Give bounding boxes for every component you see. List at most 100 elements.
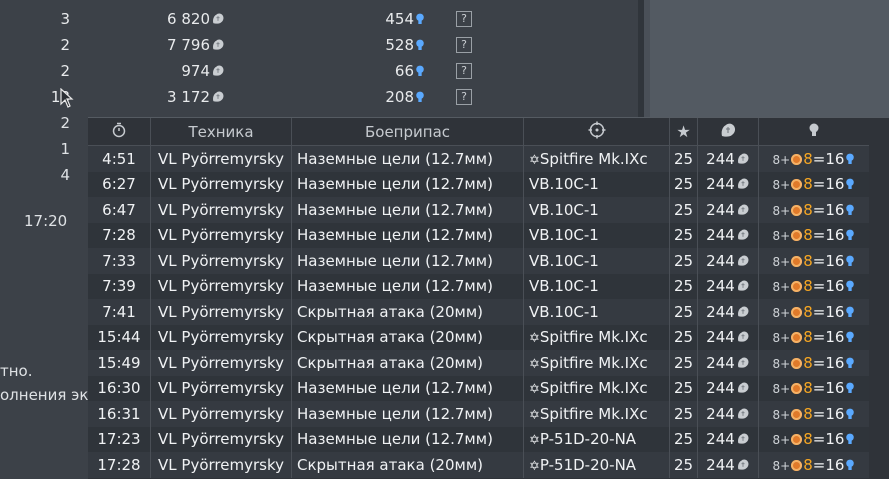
cell-vehicle: VL Pyörremyrsky	[150, 197, 292, 223]
cell-silver: 244	[697, 426, 759, 452]
silver-lion-icon	[737, 229, 749, 240]
cell-rank: 25	[669, 197, 698, 223]
research-bulb-icon	[416, 13, 424, 24]
table-row: 15:49 VL Pyörremyrsky Скрытная атака (20мм…	[88, 350, 869, 376]
cell-silver: 244	[697, 197, 759, 223]
booster-icon	[791, 255, 803, 267]
bg-research: 528	[0, 36, 425, 54]
bg-research: 454	[0, 10, 425, 28]
mouse-cursor-icon	[60, 88, 74, 108]
header-silver	[697, 118, 759, 146]
booster-icon	[791, 306, 803, 318]
table-row: 4:51 VL Pyörremyrsky Наземные цели (12.7мм…	[88, 145, 869, 172]
booster-icon	[791, 332, 803, 344]
cell-rank: 25	[669, 171, 698, 197]
cell-vehicle: VL Pyörremyrsky	[150, 171, 292, 197]
cell-rank: 25	[669, 350, 698, 376]
help-button[interactable]: ?	[456, 11, 472, 27]
cell-time: 16:31	[88, 401, 151, 427]
background-text-line-1: тно.	[0, 362, 33, 380]
cell-target: VB.10C-1	[523, 273, 670, 299]
cell-research: 8+ 8=16	[759, 376, 870, 402]
cell-target: ✡P-51D-20-NA	[523, 452, 670, 478]
cell-time: 17:28	[88, 452, 151, 478]
header-research	[758, 118, 869, 146]
cell-vehicle: VL Pyörremyrsky	[150, 222, 292, 248]
silver-lion-icon	[737, 204, 749, 215]
cell-research: 8+ 8=16	[759, 325, 870, 351]
research-bulb-icon	[846, 255, 855, 266]
background-extra-count: 2	[60, 114, 70, 132]
cell-time: 17:23	[88, 426, 151, 452]
cell-vehicle: VL Pyörremyrsky	[150, 452, 292, 478]
background-row: 2 974 66?	[0, 60, 640, 84]
table-header-row: Техника Боеприпас ★	[88, 118, 869, 146]
cell-ammo: Наземные цели (12.7мм)	[291, 145, 524, 172]
cell-ammo: Скрытная атака (20мм)	[291, 299, 524, 325]
cell-target: ✡P-51D-20-NA	[523, 426, 670, 452]
cell-ammo: Наземные цели (12.7мм)	[291, 171, 524, 197]
cell-research: 8+ 8=16	[759, 299, 870, 325]
table-row: 17:28 VL Pyörremyrsky Скрытная атака (20мм…	[88, 452, 869, 478]
cell-vehicle: VL Pyörremyrsky	[150, 324, 292, 350]
table-row: 15:44 VL Pyörremyrsky Скрытная атака (20мм…	[88, 324, 870, 351]
cell-time: 15:44	[88, 324, 151, 350]
table-row: 7:39 VL Pyörremyrsky Наземные цели (12.7мм…	[88, 273, 870, 300]
cell-silver: 244	[697, 145, 759, 172]
bg-research: 66	[0, 62, 425, 80]
background-extra-count: 4	[60, 166, 70, 184]
table-row: 16:31 VL Pyörremyrsky Наземные цели (12.7м…	[88, 401, 869, 427]
research-bulb-icon	[846, 357, 855, 368]
cell-research: 8+ 8=16	[759, 350, 870, 376]
background-row: 27 796 528?	[0, 34, 640, 58]
silver-lion-icon	[721, 123, 736, 137]
star-icon: ★	[676, 122, 691, 141]
cell-silver: 244	[697, 222, 759, 248]
six-point-star-icon: ✡	[529, 331, 540, 347]
background-extra-count: 1	[60, 140, 70, 158]
six-point-star-icon: ✡	[529, 356, 540, 372]
booster-icon	[791, 357, 803, 369]
silver-lion-icon	[737, 459, 749, 470]
cell-time: 6:47	[88, 197, 151, 223]
table-row: 17:23 VL Pyörremyrsky Наземные цели (12.7м…	[88, 426, 869, 452]
cell-ammo: Скрытная атака (20мм)	[291, 452, 524, 478]
help-button[interactable]: ?	[456, 63, 472, 79]
booster-icon	[791, 281, 803, 293]
silver-lion-icon	[737, 178, 749, 189]
cell-research: 8+ 8=16	[759, 197, 870, 223]
cell-vehicle: VL Pyörremyrsky	[150, 145, 292, 172]
cell-target: ✡Spitfire Mk.IXc	[523, 401, 670, 427]
header-vehicle: Техника	[150, 118, 292, 146]
silver-lion-icon	[737, 280, 749, 291]
booster-icon	[791, 408, 803, 420]
cell-silver: 244	[697, 350, 759, 376]
cell-ammo: Наземные цели (12.7мм)	[291, 375, 524, 401]
header-rank: ★	[669, 118, 698, 146]
cell-research: 8+ 8=16	[759, 223, 870, 249]
silver-lion-icon	[737, 433, 749, 444]
cell-target: VB.10C-1	[523, 171, 670, 197]
header-target	[523, 118, 670, 146]
booster-icon	[791, 459, 803, 471]
cell-vehicle: VL Pyörremyrsky	[150, 375, 292, 401]
research-bulb-icon	[416, 39, 424, 50]
help-button[interactable]: ?	[456, 89, 472, 105]
cell-rank: 25	[669, 299, 698, 325]
cell-research: 8+ 8=16	[759, 274, 870, 300]
cell-ammo: Скрытная атака (20мм)	[291, 324, 524, 350]
research-bulb-icon	[846, 382, 855, 394]
background-time: 17:20	[24, 212, 68, 230]
research-bulb-icon	[846, 178, 855, 190]
table-body: 4:51 VL Pyörremyrsky Наземные цели (12.7мм…	[88, 145, 870, 478]
table-row: 7:33 VL Pyörremyrsky Наземные цели (12.7мм…	[88, 248, 869, 274]
cell-research: 8+ 8=16	[759, 401, 870, 427]
cell-silver: 244	[697, 375, 759, 401]
cell-target: ✡Spitfire Mk.IXc	[523, 350, 670, 376]
cell-rank: 25	[669, 145, 698, 172]
crosshair-icon	[588, 121, 605, 138]
help-button[interactable]: ?	[456, 37, 472, 53]
cell-target: ✡Spitfire Mk.IXc	[523, 375, 670, 401]
silver-lion-icon	[737, 408, 749, 419]
silver-lion-icon	[737, 153, 749, 164]
